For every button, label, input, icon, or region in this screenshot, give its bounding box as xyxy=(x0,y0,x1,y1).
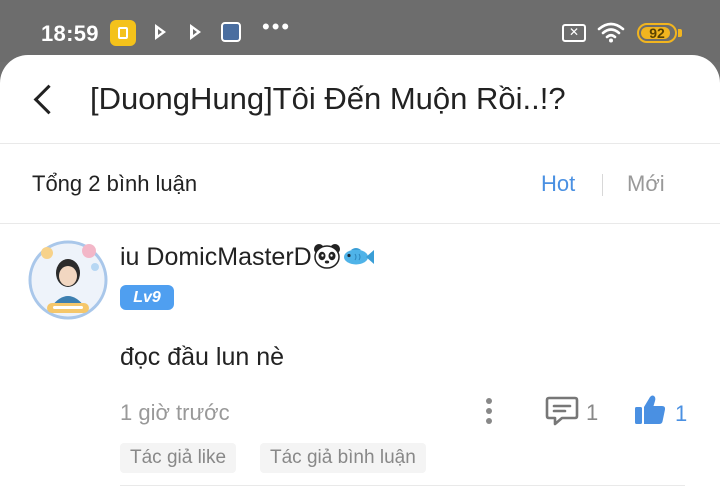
battery-icon: 92 xyxy=(637,23,677,43)
page-title: [DuongHung]Tôi Đến Muộn Rồi..!? xyxy=(90,81,566,116)
more-options-button[interactable] xyxy=(480,395,498,427)
comment-text: đọc đầu lun nè xyxy=(120,343,285,371)
status-time: 18:59 xyxy=(41,21,99,46)
comment-icon xyxy=(545,396,579,426)
status-bar: 18:59 ••• ✕ 92 xyxy=(0,0,720,62)
battery-cap xyxy=(678,29,682,37)
panda-emoji-icon xyxy=(313,244,340,269)
image-icon xyxy=(221,22,241,42)
sort-new-tab[interactable]: Mới xyxy=(627,171,665,197)
header-divider xyxy=(0,143,720,144)
more-vertical-dot xyxy=(486,408,492,414)
like-count: 1 xyxy=(675,401,688,426)
sort-hot-tab[interactable]: Hot xyxy=(541,171,575,197)
thumbs-up-icon xyxy=(635,395,666,424)
more-vertical-dot xyxy=(486,418,492,424)
comment-divider xyxy=(120,485,685,486)
tag-author-commented: Tác giả bình luận xyxy=(260,443,426,473)
sim-off-icon: ✕ xyxy=(562,24,586,42)
avatar[interactable] xyxy=(25,237,111,323)
play-icon xyxy=(190,24,201,40)
level-badge: Lv9 xyxy=(120,285,174,310)
reply-button[interactable]: 1 xyxy=(545,395,605,427)
wifi-icon xyxy=(597,22,625,43)
comment-count: Tổng 2 bình luận xyxy=(32,171,198,196)
username-text: iu DomicMasterD xyxy=(120,243,312,271)
reply-count: 1 xyxy=(586,400,599,425)
comments-divider xyxy=(0,223,720,224)
more-dots-icon: ••• xyxy=(262,14,292,39)
tag-author-liked: Tác giả like xyxy=(120,443,237,473)
battery-percent: 92 xyxy=(649,25,665,41)
like-button[interactable]: 1 xyxy=(633,393,693,429)
play-icon xyxy=(155,24,166,40)
sort-separator xyxy=(602,174,603,196)
app-notification-icon xyxy=(110,20,136,46)
comment-time: 1 giờ trước xyxy=(120,400,230,425)
comments-sheet: [DuongHung]Tôi Đến Muộn Rồi..!? Tổng 2 b… xyxy=(0,55,720,488)
comment-username[interactable]: iu DomicMasterD xyxy=(120,243,375,272)
fish-emoji-icon xyxy=(343,248,374,265)
more-vertical-icon xyxy=(486,398,492,404)
back-button[interactable] xyxy=(24,81,62,119)
